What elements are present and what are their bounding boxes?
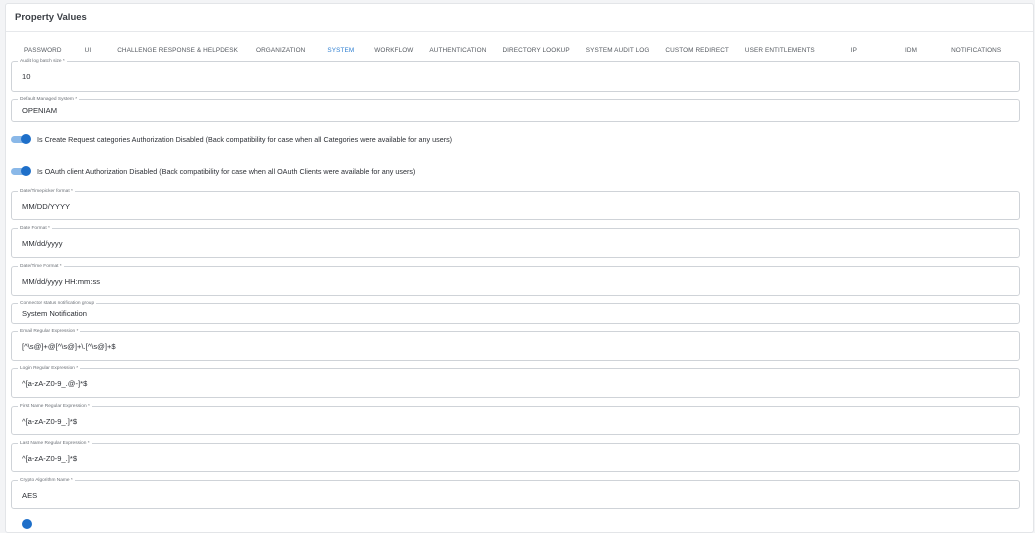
email-regex-value: [^\s@]+@[^\s@]+\.[^\s@]+$ bbox=[22, 342, 116, 351]
datetime-format-value: MM/dd/yyyy HH:mm:ss bbox=[22, 277, 101, 286]
request-categories-toggle[interactable] bbox=[11, 133, 31, 145]
crypto-algorithm-field[interactable]: Crypto Algorithm Name * AES bbox=[11, 477, 1020, 509]
crypto-algorithm-label: Crypto Algorithm Name * bbox=[18, 477, 75, 484]
audit-batch-size-field[interactable]: Audit log batch size * 10 bbox=[11, 58, 1020, 92]
first-name-regex-value: ^[a-zA-Z0-9_.]*$ bbox=[22, 417, 78, 426]
datetime-format-field[interactable]: Date/Time Format * MM/dd/yyyy HH:mm:ss bbox=[11, 263, 1020, 296]
request-categories-toggle-label: Is Create Request categories Authorizati… bbox=[37, 134, 453, 144]
date-format-value: MM/dd/yyyy bbox=[22, 239, 63, 248]
connector-notification-group-value: System Notification bbox=[22, 309, 87, 318]
datetime-format-label: Date/Time Format * bbox=[18, 263, 64, 270]
connector-notification-group-field[interactable]: Connector status notification group Syst… bbox=[11, 300, 1020, 324]
audit-batch-size-value: 10 bbox=[22, 72, 31, 81]
first-name-regex-field[interactable]: First Name Regular Expression * ^[a-zA-Z… bbox=[11, 403, 1020, 435]
login-regex-value: ^[a-zA-Z0-9_.@-]*$ bbox=[22, 379, 88, 388]
email-regex-field[interactable]: Email Regular Expression * [^\s@]+@[^\s@… bbox=[11, 328, 1020, 361]
toggle-knob bbox=[21, 133, 31, 144]
login-regex-field[interactable]: Login Regular Expression * ^[a-zA-Z0-9_.… bbox=[11, 365, 1020, 398]
default-managed-system-value: OPENIAM bbox=[22, 106, 58, 115]
card-header: Property Values bbox=[6, 4, 1033, 32]
toggle-knob bbox=[21, 165, 31, 176]
login-regex-label: Login Regular Expression * bbox=[18, 365, 81, 372]
crypto-algorithm-value: AES bbox=[22, 491, 38, 500]
date-format-field[interactable]: Date Format * MM/dd/yyyy bbox=[11, 225, 1020, 258]
email-regex-label: Email Regular Expression * bbox=[18, 328, 81, 335]
datepicker-format-label: Date/Timepicker format * bbox=[18, 188, 75, 195]
datepicker-format-value: MM/DD/YYYY bbox=[22, 202, 71, 211]
oauth-client-toggle-row: Is OAuth client Authorization Disabled (… bbox=[11, 164, 415, 178]
page-title: Property Values bbox=[15, 12, 87, 23]
oauth-client-toggle-label: Is OAuth client Authorization Disabled (… bbox=[37, 166, 416, 176]
first-name-regex-label: First Name Regular Expression * bbox=[18, 403, 92, 410]
last-name-regex-label: Last Name Regular Expression * bbox=[18, 440, 92, 447]
request-categories-toggle-row: Is Create Request categories Authorizati… bbox=[11, 132, 452, 146]
datepicker-format-field[interactable]: Date/Timepicker format * MM/DD/YYYY bbox=[11, 188, 1020, 220]
last-name-regex-value: ^[a-zA-Z0-9_.]*$ bbox=[22, 454, 78, 463]
last-name-regex-field[interactable]: Last Name Regular Expression * ^[a-zA-Z0… bbox=[11, 440, 1020, 472]
default-managed-system-label: Default Managed System * bbox=[18, 96, 80, 103]
date-format-label: Date Format * bbox=[18, 225, 52, 232]
partial-toggle-knob[interactable] bbox=[22, 519, 32, 529]
default-managed-system-field[interactable]: Default Managed System * OPENIAM bbox=[11, 96, 1020, 122]
oauth-client-toggle[interactable] bbox=[11, 165, 31, 177]
audit-batch-size-label: Audit log batch size * bbox=[18, 58, 67, 65]
connector-notification-group-label: Connector status notification group bbox=[18, 300, 97, 307]
